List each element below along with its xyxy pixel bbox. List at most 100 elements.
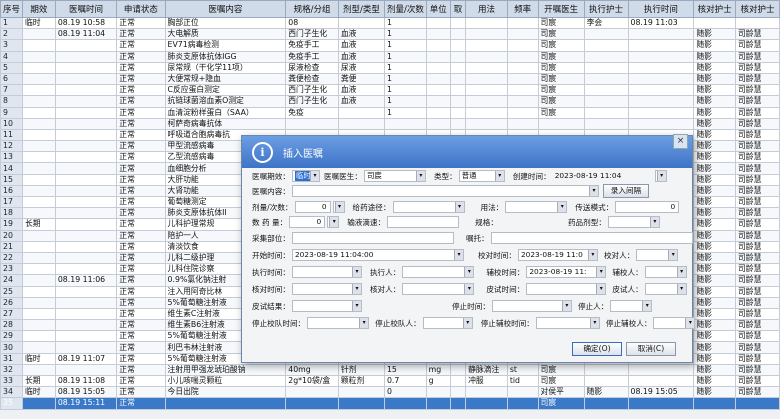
column-header[interactable]: 核对护士 <box>693 0 737 18</box>
chevron-down-icon[interactable]: ▾ <box>596 284 606 294</box>
verifier-select[interactable]: ▾ <box>644 266 687 278</box>
cancel-button[interactable]: 取消(C) <box>626 342 676 356</box>
chevron-down-icon[interactable]: ▾ <box>668 250 678 260</box>
create-time-dropdown[interactable]: ▾ <box>654 170 667 182</box>
chevron-down-icon[interactable]: ▾ <box>359 318 369 328</box>
auditor-select[interactable]: ▾ <box>402 283 475 295</box>
exec-time-input[interactable]: ▾ <box>291 266 362 278</box>
chevron-down-icon[interactable]: ▾ <box>351 267 361 277</box>
executor-select[interactable]: ▾ <box>402 266 475 278</box>
verify-time-input[interactable]: 2023-08-19 11: ▾ <box>526 266 607 278</box>
type-select[interactable]: 普通 ▾ <box>458 170 505 182</box>
skin-tester-select[interactable]: ▾ <box>644 283 687 295</box>
column-header[interactable]: 执行护士 <box>583 0 629 18</box>
stop-time-input[interactable]: ▾ <box>491 300 572 312</box>
route-select[interactable]: ▾ <box>392 201 465 213</box>
chevron-down-icon[interactable]: ▾ <box>351 284 361 294</box>
table-row[interactable]: 2 08.19 11:04 正常 大电解质 西门子生化 血液 1 司宸 随影 司龄慧 <box>0 28 780 41</box>
content-input[interactable]: ▾ <box>291 185 599 197</box>
chevron-down-icon[interactable]: ▾ <box>415 171 425 181</box>
table-row[interactable]: 4 正常 肺炎支原体抗体IGG 免疫手工 血液 1 司宸 随影 司龄慧 <box>0 50 780 63</box>
column-header[interactable]: 医嘱内容 <box>164 0 287 18</box>
table-cell <box>21 140 56 153</box>
column-header[interactable]: 频率 <box>506 0 539 18</box>
collection-site-input[interactable] <box>291 232 454 244</box>
chevron-down-icon[interactable]: ▾ <box>649 217 659 227</box>
chevron-down-icon[interactable]: ▾ <box>642 301 652 311</box>
column-header[interactable]: 开嘱医生 <box>537 0 585 18</box>
drip-rate-input[interactable] <box>387 216 460 228</box>
chevron-down-icon[interactable]: ▾ <box>656 171 666 181</box>
chevron-down-icon[interactable]: ▾ <box>494 171 504 181</box>
table-row[interactable]: 3 正常 EV71病毒检测 免疫手工 血液 1 司宸 随影 司龄慧 <box>0 39 780 52</box>
order-period-select[interactable]: 临时 ▾ <box>291 170 320 182</box>
quantity-unit-dropdown[interactable]: ▾ <box>327 216 340 228</box>
stopper-select[interactable]: ▾ <box>610 300 653 312</box>
column-header[interactable]: 剂量/次数 <box>383 0 427 18</box>
chevron-down-icon[interactable]: ▾ <box>557 202 567 212</box>
chevron-down-icon[interactable]: ▾ <box>453 250 463 260</box>
doctor-select[interactable]: 司宸 ▾ <box>363 170 426 182</box>
chevron-down-icon[interactable]: ▾ <box>334 202 344 212</box>
table-row[interactable]: 35 08.19 15:11 正常 司宸 <box>0 397 780 410</box>
stop-check-time-input[interactable]: ▾ <box>307 317 370 329</box>
skin-test-result-select[interactable]: ▾ <box>291 300 362 312</box>
quantity-input[interactable]: 0 <box>289 216 326 228</box>
column-header[interactable]: 执行时间 <box>627 0 695 18</box>
chevron-down-icon[interactable]: ▾ <box>351 301 361 311</box>
ok-button[interactable]: 确定(O) <box>572 342 622 356</box>
table-row[interactable]: 32 正常 注射用甲强龙琥珀酸钠 40mg 针剂 15 mg 静脉滴注 st 司宸 随影 司龄慧 <box>0 363 780 377</box>
table-row[interactable]: 9 正常 血清淀粉样蛋白（SAA） 免疫 1 司宸 随影 司龄慧 <box>0 106 780 119</box>
column-header[interactable]: 核对护士 <box>735 0 780 18</box>
stop-checker-select[interactable]: ▾ <box>422 317 473 329</box>
skin-test-time-input[interactable]: ▾ <box>526 283 607 295</box>
chevron-down-icon[interactable]: ▾ <box>685 318 695 328</box>
dose-unit-dropdown[interactable]: ▾ <box>332 201 345 213</box>
column-header[interactable]: 取 <box>449 0 467 18</box>
chevron-down-icon[interactable]: ▾ <box>464 284 474 294</box>
close-icon[interactable]: × <box>673 134 688 149</box>
table-row[interactable]: 7 正常 C反应蛋白测定 西门子生化 血液 1 司宸 随影 司龄慧 <box>0 84 780 97</box>
entry-interval-button[interactable]: 录入间隔 <box>602 184 649 198</box>
column-header[interactable]: 申请状态 <box>116 0 166 18</box>
dose-input[interactable]: 0 <box>294 201 331 213</box>
stop-verifier-select[interactable]: ▾ <box>653 317 696 329</box>
table-row[interactable]: 10 正常 柯萨奇病毒抗体 随影 司龄慧 <box>0 117 780 130</box>
chevron-down-icon[interactable]: ▾ <box>676 267 686 277</box>
chevron-down-icon[interactable]: ▾ <box>588 186 598 196</box>
stopper-label: 停止人： <box>577 301 609 311</box>
chevron-down-icon[interactable]: ▾ <box>587 250 597 260</box>
table-row[interactable]: 6 正常 大便常规+隐血 粪便检查 粪便 1 司宸 随影 司龄慧 <box>0 72 780 86</box>
column-header[interactable]: 医嘱时间 <box>54 0 118 18</box>
column-header[interactable]: 序号 <box>0 0 23 18</box>
chevron-down-icon[interactable]: ▾ <box>589 318 599 328</box>
chevron-down-icon[interactable]: ▾ <box>561 301 571 311</box>
drug-form-select[interactable]: ▾ <box>607 216 660 228</box>
column-header[interactable]: 单位 <box>425 0 451 18</box>
stop-verify-time-input[interactable]: ▾ <box>535 317 600 329</box>
chevron-down-icon[interactable]: ▾ <box>462 318 472 328</box>
column-header[interactable]: 规格/分组 <box>285 0 339 18</box>
audit-time-input[interactable]: ▾ <box>291 283 362 295</box>
start-time-input[interactable]: 2023-08-19 11:04:00 ▾ <box>291 249 464 261</box>
table-row[interactable]: 8 正常 抗链球菌溶血素O测定 西门子生化 血液 1 司宸 随影 司龄慧 <box>0 95 780 108</box>
chevron-down-icon[interactable]: ▾ <box>454 202 464 212</box>
table-row[interactable]: 33 长期 08.19 11:08 正常 小儿咳喘灵颗粒 2g*10袋/盒 颗粒剂 0.7 g 冲… <box>0 374 780 388</box>
column-header[interactable]: 期效 <box>21 0 56 18</box>
chevron-down-icon[interactable]: ▾ <box>309 171 319 181</box>
table-cell <box>465 16 508 30</box>
checker-select[interactable]: ▾ <box>636 249 679 261</box>
table-row[interactable]: 1 临时 08.19 10:58 正常 胸部正位 08 1 司宸 李会 08.19 11:03 <box>0 16 780 30</box>
table-row[interactable]: 5 正常 尿常规（干化学11项） 尿液检查 尿液 1 司宸 随影 司龄慧 <box>0 61 780 74</box>
table-row[interactable]: 34 临时 08.19 15:05 正常 今日出院 0 对侯平 随影 08.19 15:05 随影… <box>0 386 780 399</box>
chevron-down-icon[interactable]: ▾ <box>464 267 474 277</box>
chevron-down-icon[interactable]: ▾ <box>676 284 686 294</box>
column-header[interactable]: 剂型/类型 <box>337 0 385 18</box>
check-time-input[interactable]: 2023-08-19 11:0 ▾ <box>517 249 598 261</box>
chevron-down-icon[interactable]: ▾ <box>329 217 339 227</box>
send-mode-input[interactable]: 0 <box>615 201 680 213</box>
entrust-input[interactable] <box>490 232 693 244</box>
column-header[interactable]: 用法 <box>465 0 508 18</box>
chevron-down-icon[interactable]: ▾ <box>596 267 606 277</box>
usage-select[interactable]: ▾ <box>505 201 568 213</box>
